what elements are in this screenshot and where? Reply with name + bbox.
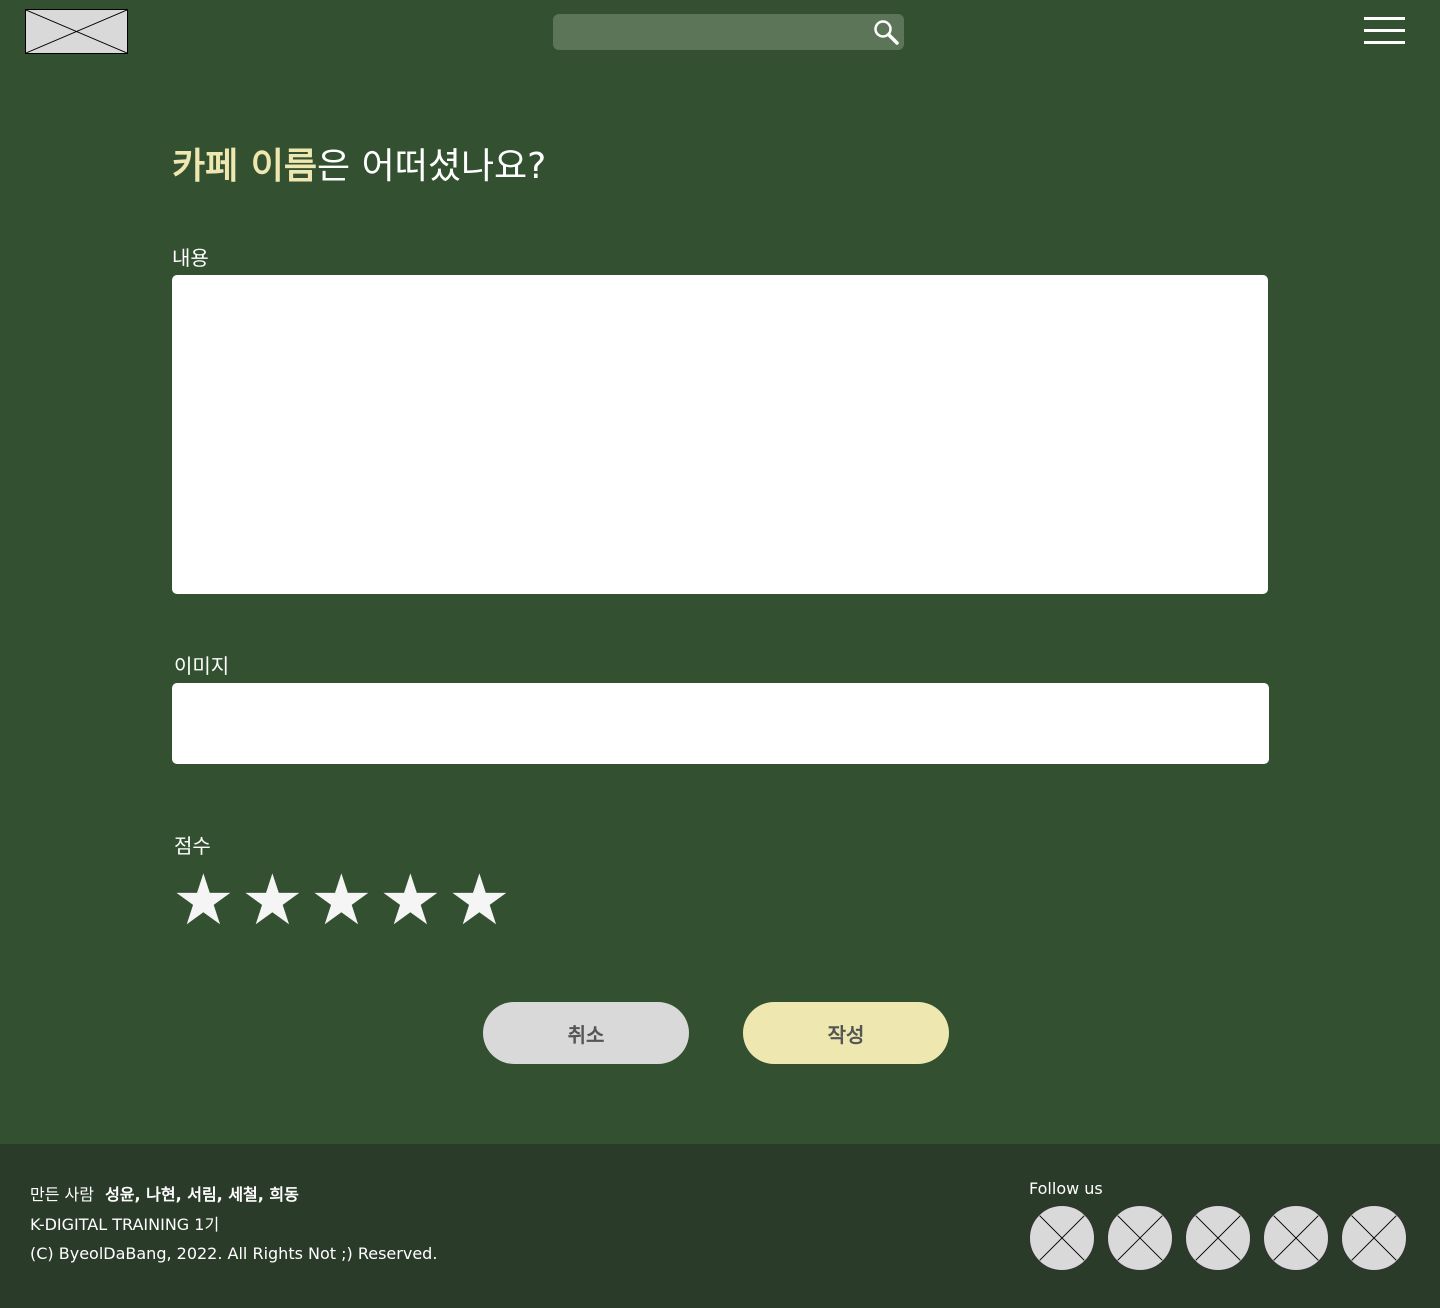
search-icon[interactable] — [872, 18, 900, 46]
star-5[interactable]: ★ — [448, 865, 511, 935]
star-1[interactable]: ★ — [172, 865, 235, 935]
logo-placeholder-icon — [26, 10, 127, 53]
social-placeholder-icon — [1273, 1215, 1319, 1261]
social-placeholder-icon — [1117, 1215, 1163, 1261]
footer-makers: 만든 사람 성윤, 나현, 서림, 세철, 희동 — [30, 1184, 299, 1206]
image-label: 이미지 — [174, 654, 230, 678]
makers-label: 만든 사람 — [30, 1185, 94, 1204]
content-textarea[interactable] — [172, 275, 1268, 594]
image-input[interactable] — [172, 683, 1269, 764]
social-link-2[interactable] — [1107, 1205, 1173, 1271]
social-link-3[interactable] — [1185, 1205, 1251, 1271]
page-title: 카페 이름은 어떠셨나요? — [172, 143, 546, 191]
star-3[interactable]: ★ — [310, 865, 373, 935]
makers-names: 성윤, 나현, 서림, 세철, 희동 — [105, 1185, 299, 1204]
social-placeholder-icon — [1195, 1215, 1241, 1261]
cafe-name: 카페 이름 — [172, 146, 318, 187]
social-link-5[interactable] — [1341, 1205, 1407, 1271]
score-label: 점수 — [174, 834, 211, 858]
hamburger-menu-icon[interactable] — [1364, 16, 1405, 46]
star-rating: ★ ★ ★ ★ ★ — [172, 865, 511, 935]
star-4[interactable]: ★ — [379, 865, 442, 935]
social-link-4[interactable] — [1263, 1205, 1329, 1271]
social-placeholder-icon — [1351, 1215, 1397, 1261]
logo[interactable] — [25, 9, 128, 54]
search-input[interactable] — [553, 14, 863, 50]
social-link-1[interactable] — [1029, 1205, 1095, 1271]
footer-copyright: (C) ByeolDaBang, 2022. All Rights Not ;)… — [30, 1244, 438, 1263]
content-label: 내용 — [172, 246, 209, 270]
star-2[interactable]: ★ — [241, 865, 304, 935]
search-bar — [553, 14, 904, 50]
social-placeholder-icon — [1039, 1215, 1085, 1261]
follow-us-label: Follow us — [1029, 1179, 1103, 1198]
submit-button[interactable]: 작성 — [743, 1002, 949, 1064]
cancel-button[interactable]: 취소 — [483, 1002, 689, 1064]
page-title-text: 은 어떠셨나요? — [317, 146, 547, 187]
footer-program: K-DIGITAL TRAINING 1기 — [30, 1215, 220, 1234]
